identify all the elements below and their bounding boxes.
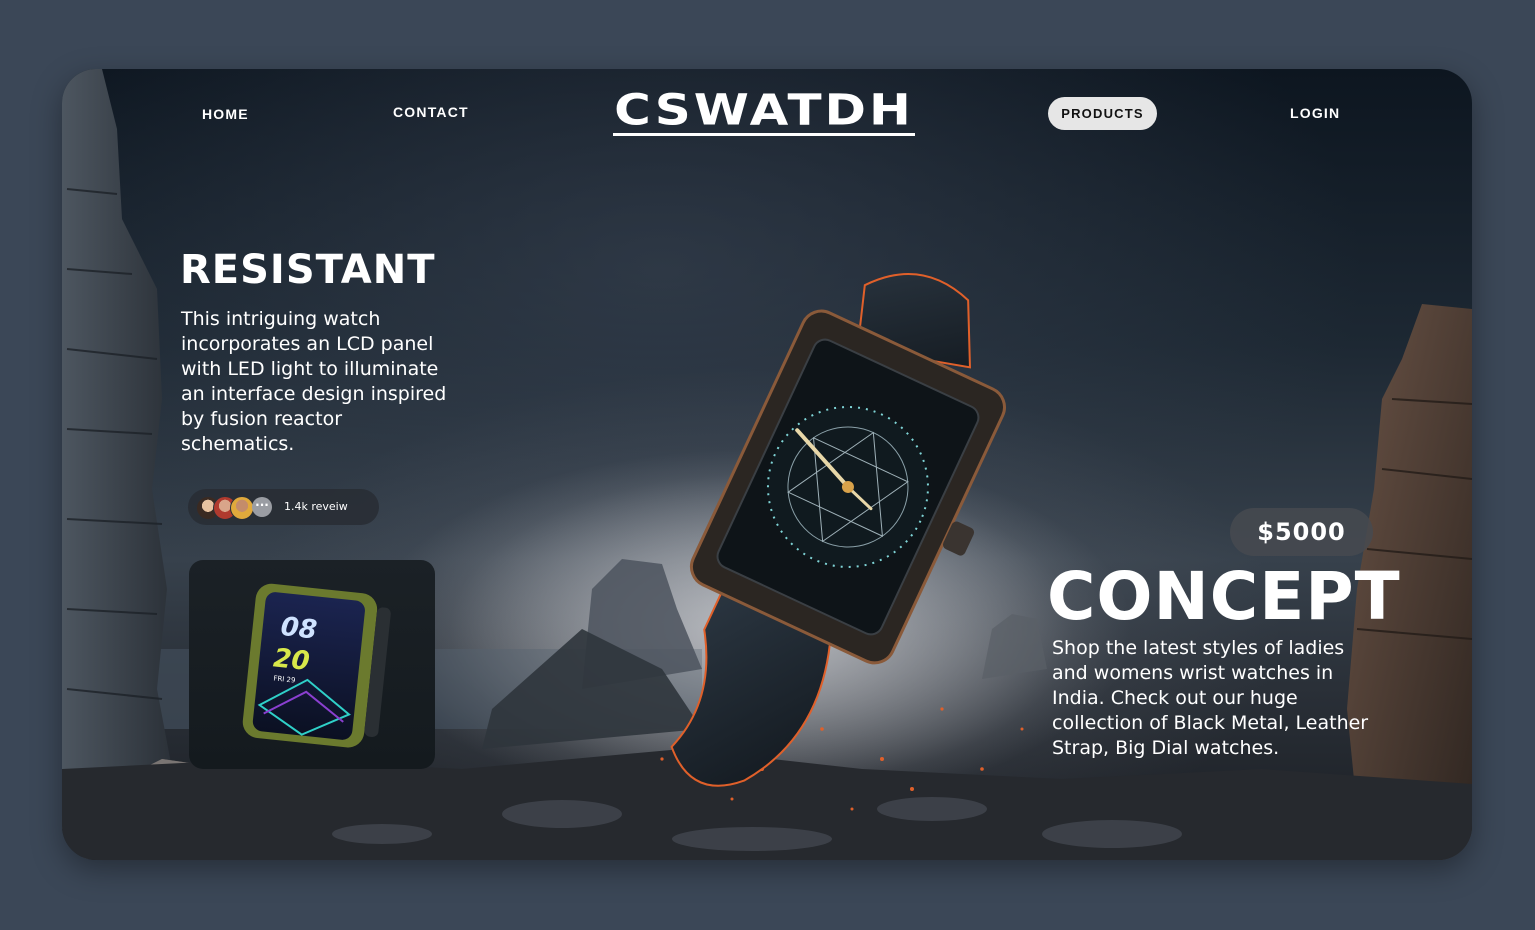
smartwatch-thumbnail-image: 08 20 FRI 29 <box>242 583 391 748</box>
concept-heading: CONCEPT <box>1047 558 1401 635</box>
product-thumbnail-card[interactable]: 08 20 FRI 29 <box>189 560 435 769</box>
hero-card: HOME CONTACT CSWATDH PRODUCTS LOGIN RESI… <box>62 69 1472 860</box>
brand-logo[interactable]: CSWATDH <box>612 85 916 134</box>
brand-underline <box>613 133 915 136</box>
concept-description: Shop the latest styles of ladies and wom… <box>1052 637 1369 759</box>
reviewer-avatar <box>230 496 254 520</box>
nav-contact-link[interactable]: CONTACT <box>393 104 469 120</box>
more-dots-icon: ··· <box>252 497 272 517</box>
reviews-pill[interactable]: ··· 1.4k reveiw <box>188 489 379 525</box>
thumb-hour: 08 <box>279 612 318 646</box>
review-count: 1.4k reveiw <box>284 500 348 513</box>
nav-products-button[interactable]: PRODUCTS <box>1048 97 1157 130</box>
nav-login-link[interactable]: LOGIN <box>1290 105 1340 121</box>
price-tag: $5000 <box>1230 508 1373 556</box>
nav-home-link[interactable]: HOME <box>202 106 249 122</box>
resistant-heading: RESISTANT <box>180 247 436 293</box>
thumb-minute: 20 <box>272 643 311 677</box>
resistant-description: This intriguing watch incorporates an LC… <box>181 308 447 455</box>
